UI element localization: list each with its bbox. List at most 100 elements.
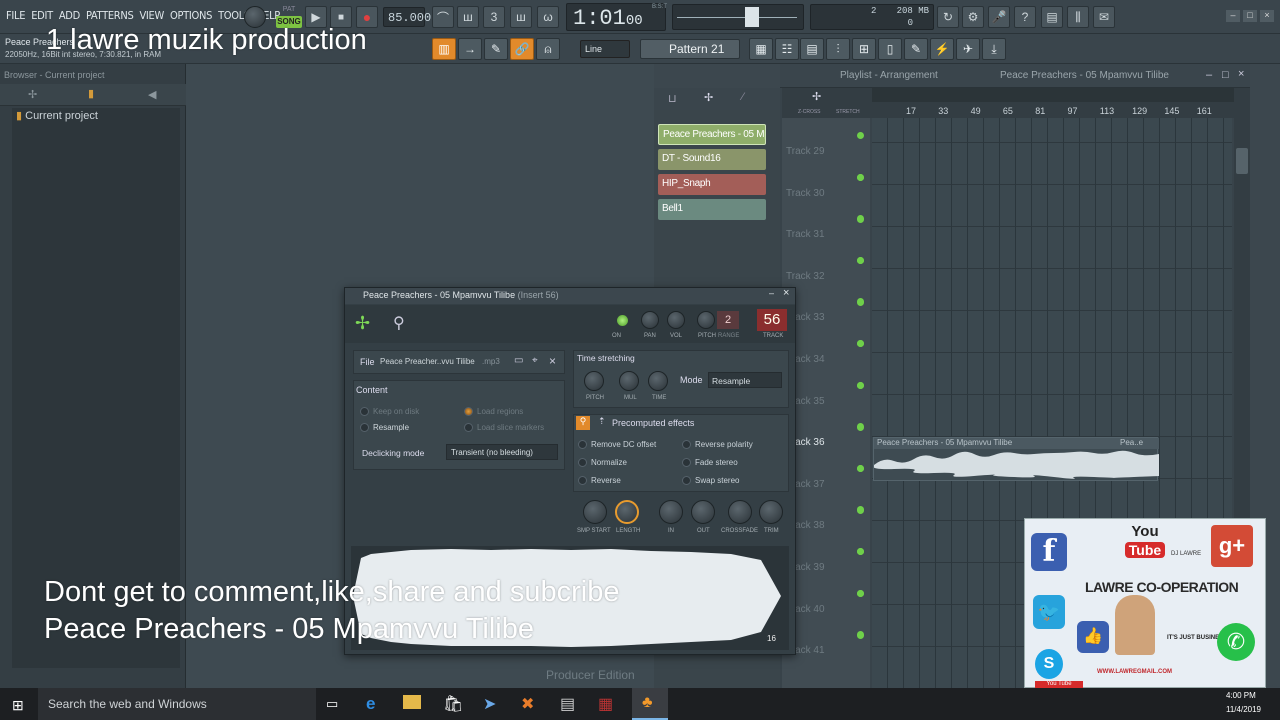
minimize-icon[interactable]: – xyxy=(1206,69,1212,81)
windows-start-icon[interactable]: ⊞ xyxy=(12,697,24,714)
menu-options[interactable]: OPTIONS xyxy=(170,9,212,22)
trim-knob[interactable] xyxy=(759,500,783,524)
piano-roll-button[interactable]: ▥ xyxy=(432,38,456,60)
wrench-icon[interactable]: ⚲ xyxy=(393,313,405,333)
load-slice-option[interactable]: Load slice markers xyxy=(464,423,544,433)
toolbar-btn-8[interactable]: ⚡ xyxy=(930,38,954,60)
track-mute-led[interactable] xyxy=(857,173,864,181)
close-icon[interactable]: × xyxy=(783,287,789,299)
tempo-display[interactable]: 85.000 xyxy=(383,7,431,27)
fl-studio-taskbar-item[interactable]: ♣ xyxy=(632,688,668,720)
expand-icon[interactable]: ✢ xyxy=(28,88,37,101)
fade-stereo-option[interactable]: Fade stereo xyxy=(682,458,738,468)
bell-button[interactable]: ⍝ xyxy=(536,38,560,60)
pencil-icon[interactable]: ⁄ xyxy=(742,91,744,103)
crossfade-knob[interactable] xyxy=(728,500,752,524)
vol-knob[interactable] xyxy=(667,311,685,329)
out-knob[interactable] xyxy=(691,500,715,524)
minimize-icon[interactable]: – xyxy=(769,288,774,298)
help-button[interactable]: ? xyxy=(1014,6,1036,28)
in-knob[interactable] xyxy=(659,500,683,524)
link-button[interactable]: 🔗 xyxy=(510,38,534,60)
range-value[interactable]: 2 xyxy=(717,311,739,329)
step-icon[interactable]: ⊔ xyxy=(668,92,677,105)
save-button[interactable]: ▤ xyxy=(1041,6,1063,28)
ts-pitch-knob[interactable] xyxy=(584,371,604,391)
app-icon-3[interactable]: ▤ xyxy=(560,694,575,714)
locate-icon[interactable]: ⌖ xyxy=(532,355,538,366)
loop-record-button[interactable]: ω xyxy=(537,6,559,28)
normalize-option[interactable]: Normalize xyxy=(578,458,627,468)
countdown-button[interactable]: 3 xyxy=(483,6,505,28)
refresh-button[interactable]: ↻ xyxy=(937,6,959,28)
pan-knob[interactable] xyxy=(641,311,659,329)
file-name[interactable]: Peace Preacher..vvu Tilibe xyxy=(380,357,475,366)
maximize-app-button[interactable]: □ xyxy=(1243,10,1257,22)
menu-edit[interactable]: EDIT xyxy=(31,9,53,22)
toolbar-btn-10[interactable]: ⤓ xyxy=(982,38,1006,60)
track-label[interactable]: Track 30 xyxy=(786,188,825,199)
toolbar-btn-7[interactable]: ✎ xyxy=(904,38,928,60)
pattern-selector[interactable]: Pattern 21 xyxy=(640,39,740,59)
audio-clip[interactable]: Peace Preachers - 05 Mpamvvu Tilibe Pea..… xyxy=(873,437,1159,481)
arrow-up-icon[interactable]: ⇡ xyxy=(598,416,606,427)
wrench-icon[interactable]: ⚲ xyxy=(576,416,590,430)
track-mute-led[interactable] xyxy=(857,381,864,389)
length-knob[interactable] xyxy=(615,500,639,524)
task-view-icon[interactable]: ▭ xyxy=(326,696,338,712)
graph-icon[interactable]: ✢ xyxy=(704,91,713,104)
file-explorer-icon[interactable] xyxy=(403,695,421,709)
track-mute-led[interactable] xyxy=(857,548,864,555)
load-regions-option[interactable]: Load regions xyxy=(464,407,523,417)
toolbar-btn-2[interactable]: ☷ xyxy=(775,38,799,60)
toolbar-btn-3[interactable]: ▤ xyxy=(800,38,824,60)
store-icon[interactable]: 🛍 xyxy=(443,694,463,714)
channel-1[interactable]: Peace Preachers - 05 Mp... xyxy=(658,124,766,145)
toolbar-btn-4[interactable]: ⫶ xyxy=(826,38,850,60)
track-mute-led[interactable] xyxy=(857,256,864,264)
channel-4[interactable]: Bell1 xyxy=(658,199,766,220)
track-label[interactable]: Track 31 xyxy=(786,229,825,240)
step-edit-button[interactable]: ш xyxy=(510,6,532,28)
mode-select[interactable]: Resample xyxy=(708,372,782,388)
on-led[interactable] xyxy=(617,315,628,326)
track-label[interactable]: Track 32 xyxy=(786,271,825,282)
menu-patterns[interactable]: PATTERNS xyxy=(86,9,134,22)
close-icon[interactable]: × xyxy=(1238,68,1244,80)
track-mute-led[interactable] xyxy=(857,132,864,139)
metronome-button[interactable]: ⌒ xyxy=(432,6,454,28)
track-mute-led[interactable] xyxy=(857,340,864,347)
sample-start-knob[interactable] xyxy=(583,500,607,524)
timeline-overview[interactable] xyxy=(872,88,1242,102)
mixer-button[interactable]: ⫼ xyxy=(1067,6,1089,28)
tool-button[interactable]: ✎ xyxy=(484,38,508,60)
snap-select[interactable]: Line xyxy=(580,40,630,58)
menu-file[interactable]: FILE xyxy=(6,9,25,22)
close-app-button[interactable]: × xyxy=(1260,10,1274,22)
app-icon-2[interactable]: ✖ xyxy=(521,694,534,714)
chat-button[interactable]: ✉ xyxy=(1093,6,1115,28)
microphone-button[interactable]: 🎤 xyxy=(988,6,1010,28)
clear-file-icon[interactable]: × xyxy=(549,354,556,368)
arrow-button[interactable]: → xyxy=(458,38,482,60)
toolbar-btn-9[interactable]: ✈ xyxy=(956,38,980,60)
menu-view[interactable]: VIEW xyxy=(139,9,164,22)
open-folder-icon[interactable]: ▭ xyxy=(514,355,523,366)
maximize-icon[interactable]: □ xyxy=(1222,69,1229,81)
ts-mul-knob[interactable] xyxy=(619,371,639,391)
channel-3[interactable]: HIP_Snaph xyxy=(658,174,766,195)
move-icon[interactable]: ✢ xyxy=(812,90,821,103)
track-mute-led[interactable] xyxy=(857,589,864,597)
sampler-titlebar[interactable]: Peace Preachers - 05 Mpamvvu Tilibe (Ins… xyxy=(345,287,795,304)
toolbar-btn-6[interactable]: ▯ xyxy=(878,38,902,60)
track-label[interactable]: Track 29 xyxy=(786,146,825,157)
ts-time-knob[interactable] xyxy=(648,371,668,391)
declicking-select[interactable]: Transient (no bleeding) xyxy=(446,444,558,460)
reverse-option[interactable]: Reverse xyxy=(578,476,621,486)
track-value[interactable]: 56 xyxy=(757,309,787,331)
reverse-polarity-option[interactable]: Reverse polarity xyxy=(682,440,753,450)
track-mute-led[interactable] xyxy=(857,464,864,472)
pitch-knob[interactable] xyxy=(697,311,715,329)
folder-icon[interactable]: ▮ xyxy=(88,87,94,100)
swap-stereo-option[interactable]: Swap stereo xyxy=(682,476,739,486)
